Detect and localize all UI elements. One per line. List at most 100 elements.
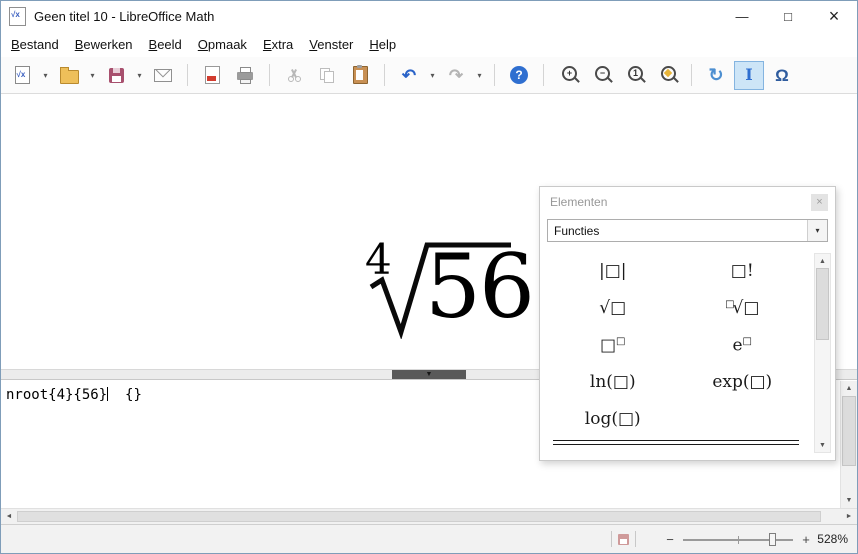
zoom-out-slider-button[interactable]: −: [662, 532, 678, 547]
element-power[interactable]: □□: [594, 335, 632, 357]
zoom-all-icon: [661, 66, 676, 81]
printer-icon: [237, 67, 253, 84]
scroll-left-arrow[interactable]: ◄: [1, 509, 17, 524]
horizontal-scroll-thumb[interactable]: [17, 511, 821, 522]
element-natural-log[interactable]: ln(□): [584, 372, 642, 393]
paste-button[interactable]: [345, 61, 375, 90]
libreoffice-math-window: √x Geen titel 10 - LibreOffice Math — □ …: [0, 0, 858, 554]
print-button[interactable]: [230, 61, 260, 90]
toolbar-separator: [269, 64, 270, 86]
save-dropdown-arrow[interactable]: ▾: [134, 62, 145, 89]
maximize-button[interactable]: □: [765, 1, 811, 31]
elements-grid: |□| □! √□ □√□ □□ e□ ln(□) exp(□) log(□): [548, 253, 807, 436]
toolbar-separator: [691, 64, 692, 86]
elements-panel-header[interactable]: Elementen ×: [540, 187, 835, 217]
zoom-level[interactable]: 528%: [814, 532, 848, 546]
pdf-icon: [204, 66, 220, 84]
cut-button[interactable]: [279, 61, 309, 90]
element-nth-root[interactable]: □√□: [719, 298, 765, 319]
menu-bewerken[interactable]: Bewerken: [67, 33, 141, 56]
partial-next-row-line: [553, 440, 799, 445]
help-button[interactable]: ?: [504, 61, 534, 90]
element-absolute-value[interactable]: |□|: [593, 261, 633, 282]
export-pdf-button[interactable]: [197, 61, 227, 90]
omega-icon: Ω: [775, 65, 789, 85]
titlebar[interactable]: √x Geen titel 10 - LibreOffice Math — □ …: [1, 1, 857, 31]
scroll-down-arrow[interactable]: ▼: [841, 493, 857, 508]
editor-vertical-scrollbar[interactable]: ▲ ▼: [840, 381, 857, 508]
element-factorial[interactable]: □!: [725, 261, 760, 282]
toolbar-separator: [187, 64, 188, 86]
send-email-button[interactable]: [148, 61, 178, 90]
clipboard-icon: [352, 65, 368, 84]
save-button[interactable]: [101, 61, 131, 90]
document-modified-icon: [618, 533, 629, 545]
redo-icon: ↷: [448, 65, 464, 85]
zoom-slider-center-tick: [738, 535, 740, 544]
menu-beeld[interactable]: Beeld: [141, 33, 190, 56]
elements-panel-close-button[interactable]: ×: [811, 193, 828, 211]
zoom-slider[interactable]: [683, 532, 794, 547]
open-dropdown-arrow[interactable]: ▾: [87, 62, 98, 89]
scroll-up-arrow[interactable]: ▲: [841, 381, 857, 396]
zoom-out-icon: −: [595, 66, 610, 81]
element-exp[interactable]: exp(□): [706, 372, 778, 393]
menu-venster[interactable]: Venster: [301, 33, 361, 56]
chevron-down-icon[interactable]: ▾: [807, 220, 827, 241]
new-document-button[interactable]: √x: [7, 61, 37, 90]
help-icon: ?: [510, 66, 528, 84]
copy-button[interactable]: [312, 61, 342, 90]
menu-opmaak[interactable]: Opmaak: [190, 33, 255, 56]
open-folder-icon: [59, 67, 79, 84]
elements-panel: Elementen × Functies ▾ |□| □! √□ □√□ □□ …: [539, 186, 836, 461]
menu-help[interactable]: Help: [361, 33, 404, 56]
scroll-right-arrow[interactable]: ►: [841, 509, 857, 524]
zoom-slider-thumb[interactable]: [768, 532, 776, 546]
statusbar-separator: [635, 531, 636, 547]
scissors-icon: [287, 68, 301, 82]
zoom-in-icon: +: [562, 66, 577, 81]
scroll-down-arrow[interactable]: ▼: [815, 438, 830, 452]
redo-button[interactable]: ↷: [441, 61, 471, 90]
elements-scrollbar[interactable]: ▲ ▼: [814, 253, 831, 453]
element-log[interactable]: log(□): [579, 409, 647, 430]
formula-cursor-button[interactable]: I: [734, 60, 764, 90]
zoom-out-button[interactable]: −: [586, 61, 616, 90]
close-button[interactable]: ×: [811, 1, 857, 31]
undo-icon: ↶: [401, 65, 417, 85]
zoom-100-button[interactable]: 1: [619, 61, 649, 90]
minimize-button[interactable]: —: [719, 1, 765, 31]
horizontal-scrollbar[interactable]: ◄ ►: [1, 508, 857, 524]
element-e-power[interactable]: e□: [726, 335, 758, 357]
zoom-all-button[interactable]: [652, 61, 682, 90]
refresh-icon: ↻: [708, 65, 724, 85]
scroll-up-arrow[interactable]: ▲: [815, 254, 830, 268]
menu-bestand[interactable]: Bestand: [3, 33, 67, 56]
redo-dropdown-arrow[interactable]: ▾: [474, 62, 485, 89]
element-square-root[interactable]: √□: [593, 298, 632, 319]
copy-icon: [319, 67, 335, 83]
zoom-in-button[interactable]: +: [553, 61, 583, 90]
new-dropdown-arrow[interactable]: ▾: [40, 62, 51, 89]
app-icon[interactable]: √x: [9, 6, 26, 26]
symbols-button[interactable]: Ω: [767, 61, 797, 90]
vertical-scroll-thumb[interactable]: [842, 396, 856, 466]
update-formula-button[interactable]: ↻: [701, 61, 731, 90]
statusbar: − + 528%: [1, 524, 857, 553]
menu-extra[interactable]: Extra: [255, 33, 301, 56]
elements-scroll-thumb[interactable]: [816, 268, 829, 340]
undo-button[interactable]: ↶: [394, 61, 424, 90]
window-controls: — □ ×: [719, 1, 857, 31]
undo-dropdown-arrow[interactable]: ▾: [427, 62, 438, 89]
toolbar-separator: [494, 64, 495, 86]
text-cursor-icon: I: [745, 65, 753, 84]
open-button[interactable]: [54, 61, 84, 90]
radicand: 56: [425, 235, 535, 338]
zoom-in-slider-button[interactable]: +: [798, 532, 814, 547]
splitter-handle[interactable]: ▼: [392, 370, 466, 379]
rendered-formula: 4 56: [365, 239, 535, 339]
command-text: nroot{4}{56}: [6, 387, 108, 403]
category-dropdown[interactable]: Functies ▾: [547, 219, 828, 242]
command-suffix: {}: [108, 387, 142, 403]
email-icon: [154, 68, 172, 82]
